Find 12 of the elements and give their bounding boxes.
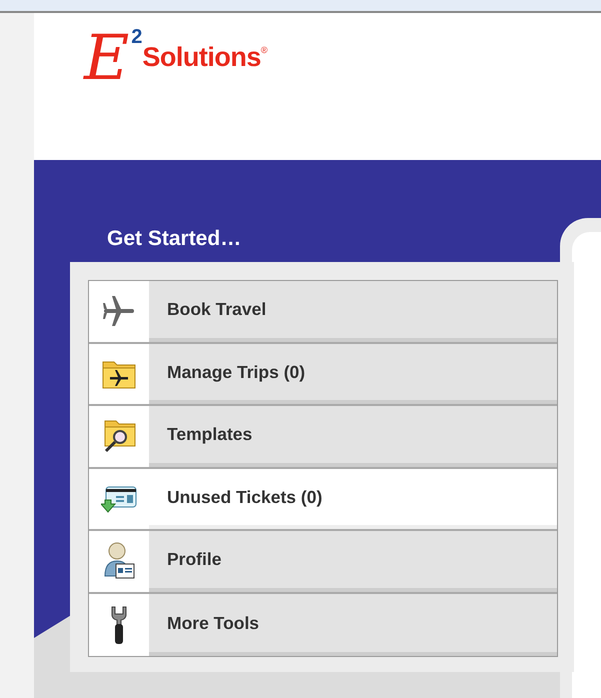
menu-item[interactable]: Profile [149, 531, 557, 592]
wrench-icon [109, 604, 129, 645]
folder-search-icon [102, 419, 136, 454]
section-heading: Get Started… [107, 226, 242, 252]
menu-item[interactable]: More Tools [149, 594, 557, 656]
plane-icon [101, 294, 137, 328]
menu-item[interactable]: Manage Trips (0) [149, 344, 557, 404]
profile-icon [102, 542, 136, 580]
menu-item[interactable]: Templates [149, 406, 557, 466]
ticket-icon [101, 484, 137, 514]
menu-item[interactable]: Book Travel [149, 281, 557, 342]
folder-icon [102, 358, 136, 389]
